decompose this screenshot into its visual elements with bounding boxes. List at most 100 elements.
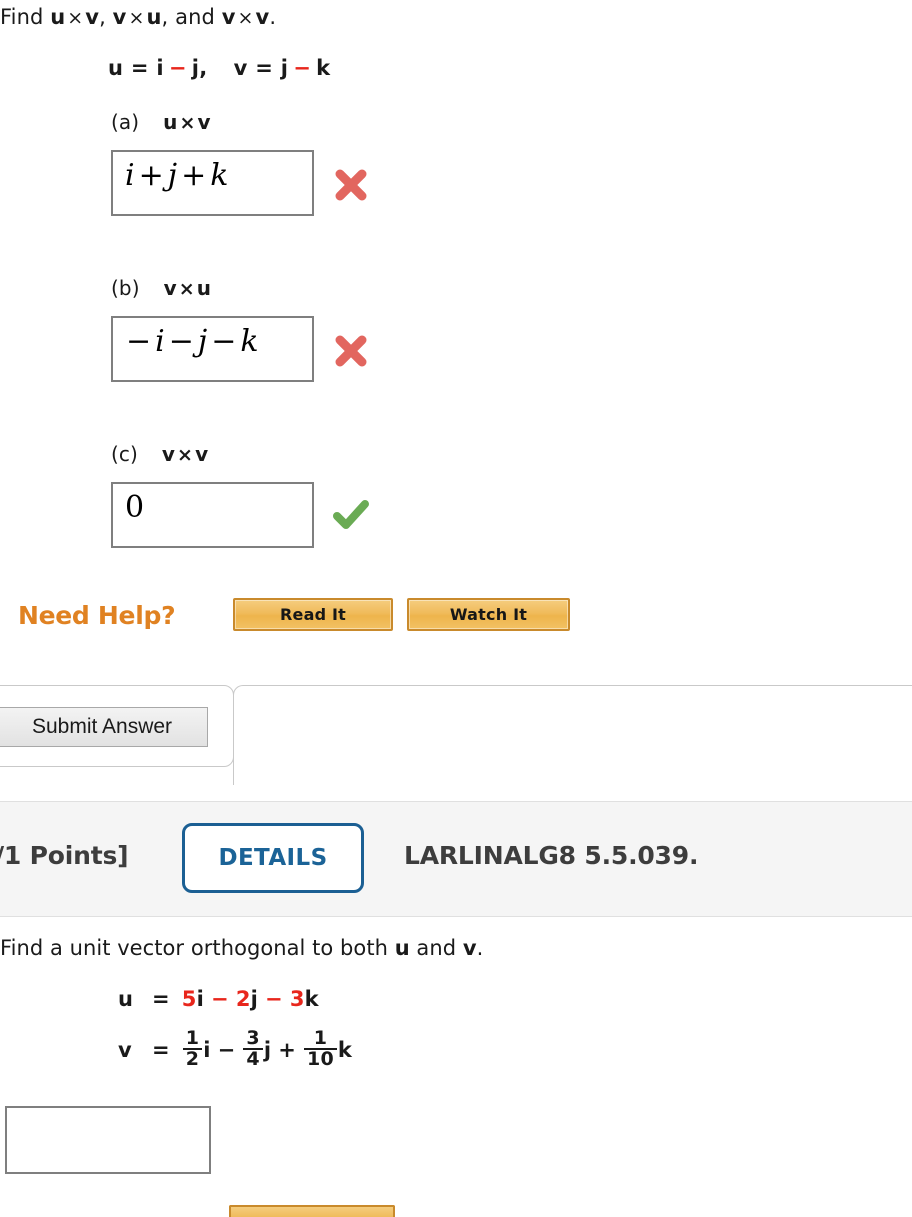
u-basis-i: i bbox=[196, 987, 205, 1011]
answer-b-value: − i − j − k bbox=[126, 324, 260, 359]
details-label: DETAILS bbox=[218, 845, 328, 871]
part-b-letter: (b) bbox=[111, 276, 140, 300]
given-v-k: k bbox=[316, 56, 331, 80]
given-u-label: u bbox=[108, 56, 124, 80]
u-coeff-2: 2 bbox=[235, 987, 251, 1011]
q2-prompt-end: . bbox=[476, 936, 484, 960]
question1-prompt: Find u ×v, v ×u, and v ×v. bbox=[0, 2, 276, 33]
read-it-label: Read It bbox=[280, 605, 346, 624]
q2-prompt-mid: and bbox=[409, 936, 463, 960]
question2-answer-value bbox=[7, 1108, 209, 1116]
vector-v: v bbox=[255, 5, 270, 29]
u-coeff-1: 5 bbox=[181, 987, 197, 1011]
answer-input-c[interactable]: 0 bbox=[111, 482, 314, 548]
cross-product-icon: × bbox=[177, 444, 194, 466]
frac-numerator: 1 bbox=[185, 1027, 200, 1049]
details-button[interactable]: DETAILS bbox=[182, 823, 364, 893]
points-label: /1 Points] bbox=[0, 841, 129, 870]
prompt-lead: Find bbox=[0, 5, 51, 29]
v-op-2: + bbox=[278, 1038, 297, 1063]
problem-id-label: LARLINALG8 5.5.039. bbox=[404, 841, 699, 870]
equation-u: u = 5 i −2 j −3 k bbox=[118, 987, 319, 1011]
part-a-letter: (a) bbox=[111, 110, 140, 134]
cross-product-icon: × bbox=[179, 112, 196, 134]
answer-a-value: i + j + k bbox=[125, 158, 230, 193]
vector-u: u bbox=[50, 5, 66, 29]
fraction-three-fourths: 34 bbox=[243, 1027, 263, 1070]
frac-denominator: 2 bbox=[182, 1048, 203, 1069]
prompt-end: . bbox=[269, 5, 277, 29]
v-basis-j: j bbox=[263, 1038, 272, 1063]
frac-denominator: 10 bbox=[304, 1048, 337, 1069]
vector-u: u bbox=[146, 5, 162, 29]
fraction-one-tenth: 1 10 bbox=[304, 1027, 337, 1070]
cross-product-icon: × bbox=[128, 7, 145, 29]
answer-c-value: 0 bbox=[125, 490, 146, 525]
watch-it-label: Watch It bbox=[449, 605, 528, 624]
u-op-1: − bbox=[211, 987, 229, 1011]
prompt-sep-2: , and bbox=[161, 5, 222, 29]
q2-prompt-lead: Find a unit vector orthogonal to both bbox=[0, 936, 395, 960]
vector-v: v bbox=[163, 276, 177, 300]
equation-v-label: v bbox=[118, 1038, 132, 1063]
prompt-sep-1: , bbox=[99, 5, 113, 29]
given-u-minus: − bbox=[168, 56, 187, 80]
v-basis-i: i bbox=[203, 1038, 211, 1063]
part-b-label: (b) v × u bbox=[111, 276, 211, 300]
read-it-button-partial[interactable] bbox=[229, 1205, 395, 1217]
given-v-minus: − bbox=[293, 56, 312, 80]
part-a-label: (a) u × v bbox=[111, 110, 211, 134]
frac-denominator: 4 bbox=[243, 1048, 263, 1069]
cross-product-icon: × bbox=[178, 278, 195, 300]
read-it-button[interactable]: Read It bbox=[233, 598, 393, 631]
vector-u: u bbox=[163, 110, 178, 134]
equation-u-equals: = bbox=[152, 987, 170, 1011]
v-op-1: − bbox=[217, 1038, 236, 1063]
submit-panel-right bbox=[233, 685, 912, 785]
given-u-comma: , bbox=[199, 56, 208, 80]
equation-v: v = 1 2 i −3 4 j +1 10 k bbox=[118, 1027, 353, 1071]
given-u-i: i bbox=[156, 56, 164, 80]
vector-v: v bbox=[221, 5, 236, 29]
vector-v: v bbox=[112, 5, 127, 29]
v-basis-k: k bbox=[337, 1038, 353, 1063]
given-v-equals: = bbox=[247, 56, 281, 80]
watch-it-button[interactable]: Watch It bbox=[407, 598, 570, 631]
fraction-one-half: 12 bbox=[182, 1027, 203, 1070]
vector-v: v bbox=[161, 442, 176, 466]
given-v-label: v bbox=[233, 56, 248, 80]
answer-input-a[interactable]: i + j + k bbox=[111, 150, 314, 216]
equation-v-equals: = bbox=[152, 1038, 170, 1063]
u-op-2: − bbox=[265, 987, 283, 1011]
frac-numerator: 3 bbox=[246, 1027, 260, 1049]
question1-given-vectors: u = i − j, v = j − k bbox=[108, 56, 330, 80]
part-c-label: (c) v × v bbox=[111, 442, 208, 466]
vector-v: v bbox=[195, 442, 209, 466]
u-basis-j: j bbox=[250, 987, 259, 1011]
vector-v: v bbox=[197, 110, 211, 134]
equation-u-label: u bbox=[118, 987, 134, 1011]
red-x-icon bbox=[335, 169, 367, 201]
vector-u: u bbox=[394, 936, 410, 960]
given-u-equals: = bbox=[123, 56, 157, 80]
red-x-icon bbox=[335, 335, 367, 367]
frac-numerator: 1 bbox=[313, 1027, 328, 1049]
answer-input-b[interactable]: − i − j − k bbox=[111, 316, 314, 382]
status-icon-a bbox=[331, 165, 371, 205]
need-help-label: Need Help? bbox=[18, 601, 176, 630]
vector-v: v bbox=[85, 5, 100, 29]
u-coeff-3: 3 bbox=[289, 987, 305, 1011]
question2-answer-input[interactable] bbox=[5, 1106, 211, 1174]
vector-u: u bbox=[196, 276, 212, 300]
status-icon-b bbox=[331, 331, 371, 371]
u-basis-k: k bbox=[304, 987, 319, 1011]
question2-prompt: Find a unit vector orthogonal to both u … bbox=[0, 936, 483, 960]
green-check-icon bbox=[333, 500, 369, 529]
submit-answer-label: Submit Answer bbox=[31, 715, 173, 738]
cross-product-icon: × bbox=[67, 7, 84, 29]
submit-answer-button[interactable]: Submit Answer bbox=[0, 707, 208, 747]
status-icon-c bbox=[329, 493, 373, 537]
part-c-letter: (c) bbox=[111, 442, 138, 466]
cross-product-icon: × bbox=[237, 7, 254, 29]
vector-v: v bbox=[462, 936, 477, 960]
